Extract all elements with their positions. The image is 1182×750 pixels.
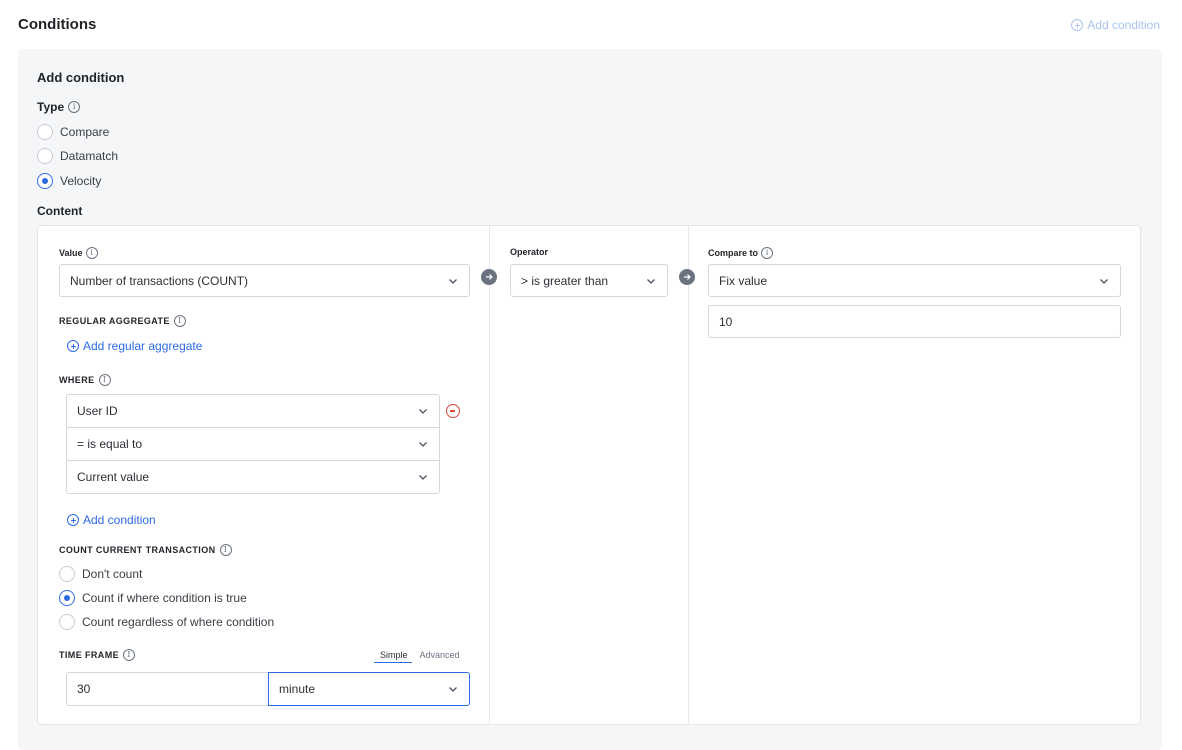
add-where-condition-button[interactable]: Add condition (67, 513, 156, 527)
arrow-right-circle-icon (679, 269, 695, 285)
add-condition-button[interactable]: Add condition (1071, 18, 1160, 32)
chevron-down-icon (647, 278, 655, 284)
type-label: Type i (37, 100, 81, 114)
radio-dont-count[interactable] (59, 566, 75, 582)
where-label-text: WHERE (59, 375, 95, 385)
type-option-label: Velocity (60, 174, 102, 188)
info-icon[interactable]: i (219, 544, 232, 556)
add-condition-label: Add condition (1087, 18, 1160, 32)
count-option-label: Count if where condition is true (82, 591, 247, 605)
operator-label-text: Operator (510, 247, 549, 257)
type-option-label: Datamatch (60, 149, 119, 163)
type-option-datamatch[interactable]: Datamatch (37, 148, 118, 164)
plus-circle-icon (67, 514, 79, 526)
type-label-text: Type (37, 100, 65, 114)
radio-velocity[interactable] (37, 173, 53, 189)
time-frame-text: TIME FRAME (59, 650, 119, 660)
compare-value-input[interactable]: 10 (708, 305, 1121, 338)
where-value-select[interactable]: Current value (66, 460, 440, 494)
chevron-down-icon (449, 687, 457, 692)
add-where-condition-label: Add condition (83, 513, 156, 527)
where-field-text: User ID (77, 404, 118, 418)
arrow-right-circle-icon (481, 269, 497, 285)
compare-to-select-text: Fix value (719, 273, 768, 288)
count-current-transaction-label: COUNT CURRENT TRANSACTION i (59, 544, 232, 556)
add-regular-aggregate-button[interactable]: Add regular aggregate (67, 339, 202, 353)
where-condition-group: User ID = is equal to Current value (66, 394, 440, 494)
info-icon[interactable]: i (85, 247, 98, 259)
time-frame-unit-select[interactable]: minute (268, 672, 470, 706)
compare-value-text: 10 (719, 314, 733, 329)
time-frame-unit-text: minute (279, 682, 316, 696)
where-field-select[interactable]: User ID (66, 394, 440, 428)
chevron-down-icon (419, 475, 427, 480)
radio-count-if-true[interactable] (59, 590, 75, 606)
column-divider (688, 226, 689, 724)
info-icon[interactable]: i (98, 374, 111, 386)
plus-circle-icon (1071, 19, 1084, 31)
where-label: WHERE i (59, 374, 111, 386)
type-option-velocity[interactable]: Velocity (37, 173, 101, 189)
radio-datamatch[interactable] (37, 148, 53, 164)
chevron-down-icon (1100, 278, 1108, 284)
add-regular-aggregate-label: Add regular aggregate (83, 339, 203, 353)
chevron-down-icon (419, 442, 427, 447)
info-icon[interactable]: i (68, 101, 81, 113)
value-select-text: Number of transactions (COUNT) (70, 273, 249, 288)
compare-to-text: Compare to (708, 248, 759, 258)
where-value-text: Current value (77, 470, 150, 484)
regular-aggregate-text: REGULAR AGGREGATE (59, 316, 170, 326)
compare-to-label: Compare to i (708, 247, 774, 259)
info-icon[interactable]: i (173, 315, 186, 327)
radio-count-regardless[interactable] (59, 614, 75, 630)
time-frame-amount-value: 30 (77, 682, 91, 696)
value-label-text: Value (59, 248, 83, 258)
value-label: Value i (59, 247, 98, 259)
type-option-compare[interactable]: Compare (37, 124, 109, 140)
chevron-down-icon (419, 409, 427, 414)
count-current-text: COUNT CURRENT TRANSACTION (59, 545, 216, 555)
count-option-if-true[interactable]: Count if where condition is true (59, 590, 247, 606)
where-operator-select[interactable]: = is equal to (66, 427, 440, 461)
regular-aggregate-label: REGULAR AGGREGATE i (59, 315, 186, 327)
info-icon[interactable]: i (123, 649, 135, 661)
operator-select[interactable]: > is greater than (510, 264, 668, 297)
value-select[interactable]: Number of transactions (COUNT) (59, 264, 470, 297)
operator-label: Operator (510, 247, 548, 257)
count-option-label: Count regardless of where condition (82, 615, 275, 629)
page-title: Conditions (18, 16, 97, 33)
time-frame-tabs: Simple Advanced (374, 650, 460, 663)
time-frame-amount-input[interactable]: 30 (66, 672, 269, 706)
chevron-down-icon (449, 278, 457, 284)
where-operator-text: = is equal to (77, 437, 143, 451)
count-option-dont-count[interactable]: Don't count (59, 566, 142, 582)
tab-advanced[interactable]: Advanced (420, 650, 460, 663)
remove-condition-icon[interactable] (446, 404, 460, 418)
plus-circle-icon (67, 340, 79, 352)
form-title: Add condition (37, 70, 125, 85)
operator-select-text: > is greater than (521, 273, 609, 288)
radio-compare[interactable] (37, 124, 53, 140)
compare-to-select[interactable]: Fix value (708, 264, 1121, 297)
count-option-label: Don't count (82, 567, 143, 581)
column-divider (489, 226, 490, 724)
type-option-label: Compare (60, 125, 110, 139)
info-icon[interactable]: i (761, 247, 774, 259)
count-option-regardless[interactable]: Count regardless of where condition (59, 614, 274, 630)
tab-simple[interactable]: Simple (374, 650, 412, 663)
time-frame-label: TIME FRAME i (59, 649, 135, 661)
content-label: Content (37, 204, 83, 218)
